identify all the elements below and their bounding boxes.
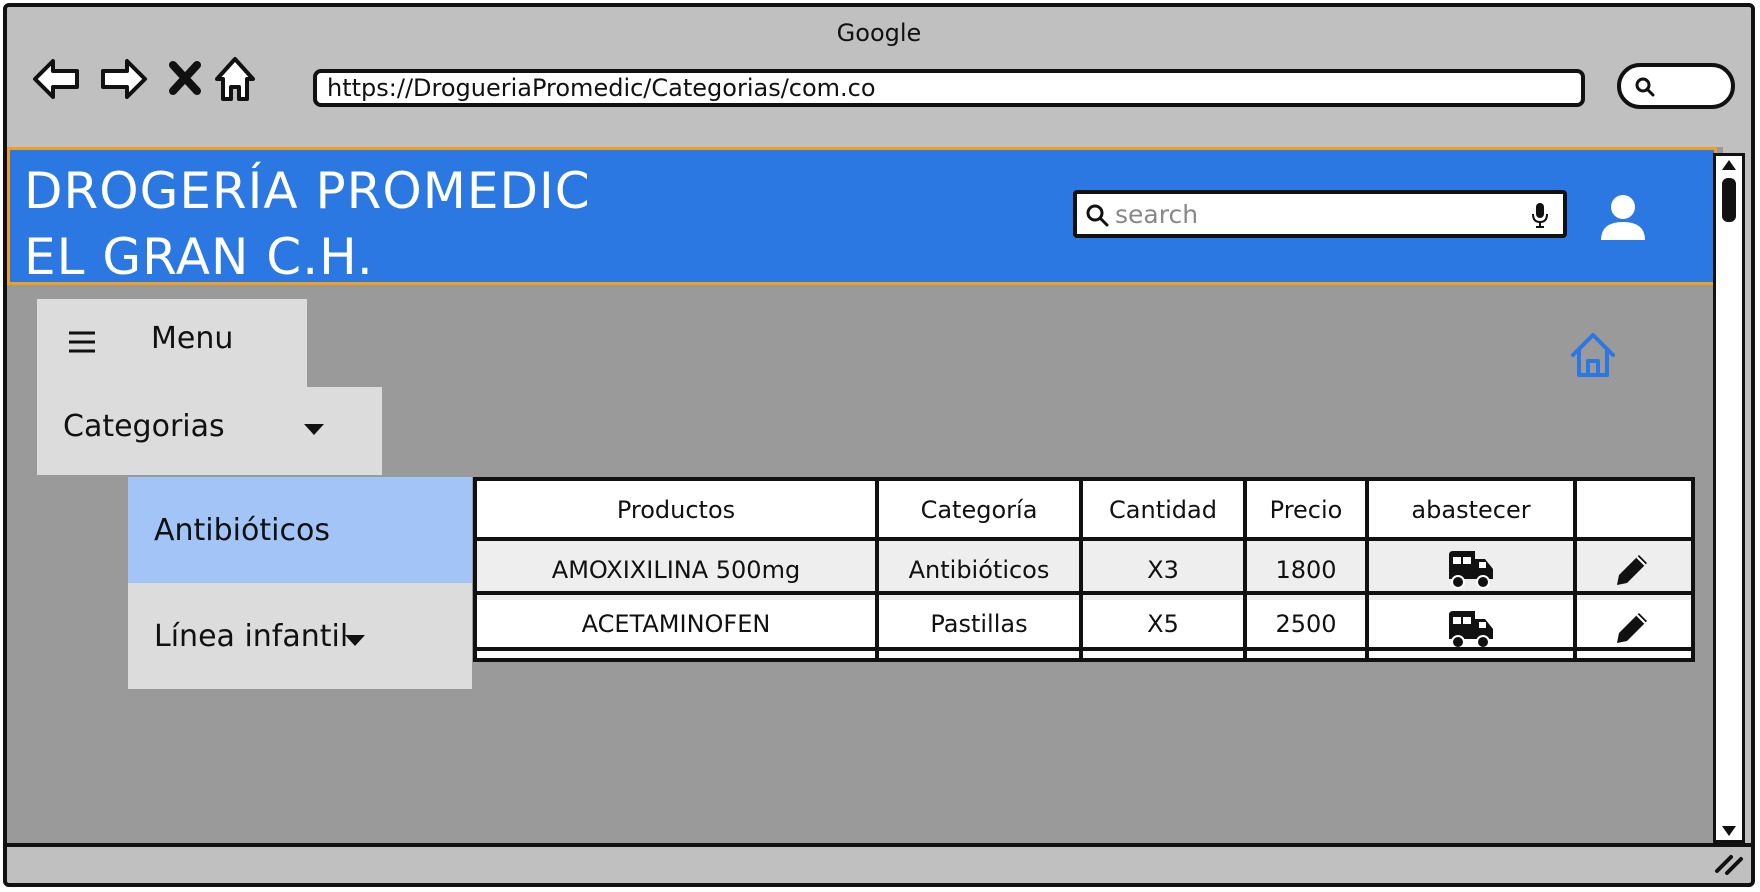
brand-line-2: EL GRAN C.H. [24,228,374,286]
column-header-abastecer: abastecer [1411,496,1531,524]
address-bar[interactable]: https://DrogueriaPromedic/Categorias/com… [313,69,1585,107]
search-icon [1086,204,1109,227]
column-divider [1079,481,1083,658]
table-header-row: Productos Categoría Cantidad Precio abas… [477,481,1691,540]
menu-label: Menu [151,321,234,356]
user-icon[interactable] [1595,190,1651,246]
cell-producto: ACETAMINOFEN [581,610,771,638]
column-header-productos: Productos [616,496,736,524]
column-header-cantidad: Cantidad [1109,496,1217,524]
products-table: Productos Categoría Cantidad Precio abas… [473,477,1695,662]
scroll-up-icon[interactable] [1722,160,1736,170]
scroll-down-icon[interactable] [1722,826,1736,836]
scroll-thumb[interactable] [1722,178,1736,222]
truck-icon[interactable] [1447,549,1495,591]
home-icon[interactable] [211,51,259,107]
category-item-label: Línea infantil [154,619,349,654]
status-bar-divider [7,843,1751,847]
category-item-label: Antibióticos [154,513,330,548]
resize-grip-icon[interactable] [1711,843,1745,877]
chevron-down-icon [304,424,324,435]
menu-button[interactable]: Menu [37,299,307,387]
truck-icon[interactable] [1447,609,1495,651]
forward-icon[interactable] [95,51,151,107]
brand-line-1: DROGERÍA PROMEDIC [24,162,591,220]
categories-label: Categorias [63,409,225,444]
close-icon[interactable] [163,51,207,107]
cell-precio: 2500 [1275,610,1337,638]
site-search-input[interactable]: search [1073,190,1567,238]
category-item-antibioticos[interactable]: Antibióticos [128,477,472,583]
browser-search-box[interactable] [1617,63,1735,109]
microphone-icon[interactable] [1531,202,1549,228]
hamburger-icon [69,331,95,353]
categories-dropdown[interactable]: Categorias [37,387,382,475]
chevron-down-icon [345,635,365,646]
search-placeholder: search [1115,200,1199,229]
window-title: Google [836,19,922,47]
category-item-linea-infantil[interactable]: Línea infantil [128,583,472,689]
column-divider [1365,481,1369,658]
pencil-icon[interactable] [1613,609,1649,647]
browser-window: Google https://DrogueriaPromedic/Categor… [3,3,1755,887]
back-icon[interactable] [29,51,85,107]
cell-categoria: Pastillas [930,610,1028,638]
column-header-categoria: Categoría [920,496,1038,524]
cell-cantidad: X5 [1147,610,1179,638]
pencil-icon[interactable] [1613,551,1649,589]
column-divider [1573,481,1577,658]
brand-title: DROGERÍA PROMEDIC EL GRAN C.H. [24,158,591,290]
column-divider [1243,481,1247,658]
column-header-precio: Precio [1269,496,1343,524]
row-divider [477,647,1691,651]
column-divider [875,481,879,658]
vertical-scrollbar[interactable] [1713,153,1745,843]
search-icon [1635,77,1655,97]
table-row: ACETAMINOFEN Pastillas X5 2500 [477,595,1691,654]
page-content: DROGERÍA PROMEDIC EL GRAN C.H. search Me… [7,147,1723,843]
home-icon[interactable] [1567,329,1619,381]
site-header: DROGERÍA PROMEDIC EL GRAN C.H. search [7,147,1717,286]
